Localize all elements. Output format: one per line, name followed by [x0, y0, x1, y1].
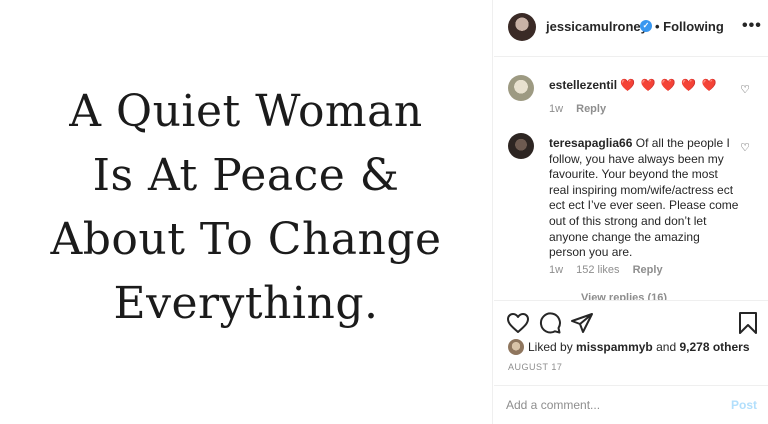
liked-by-and: and [656, 340, 677, 354]
comment-input[interactable] [506, 394, 706, 416]
reply-button[interactable]: Reply [633, 264, 663, 276]
comment-like-heart-icon[interactable]: ♡ [740, 83, 750, 96]
bookmark-icon[interactable] [736, 311, 760, 335]
add-comment-bar: Post [494, 385, 768, 424]
post-image-quote: A Quiet Woman Is At Peace & About To Cha… [50, 80, 441, 336]
quote-line: About To Change [50, 214, 442, 265]
comment-meta: 1w 152 likes Reply [549, 264, 673, 276]
view-replies-button[interactable]: View replies (16) [581, 292, 667, 300]
following-status[interactable]: • Following [655, 19, 724, 34]
likes-text: Liked by misspammyb and 9,278 others [528, 338, 750, 356]
quote-line: A Quiet Woman [69, 86, 423, 137]
author-username[interactable]: jessicamulroney [546, 19, 648, 34]
comment-body: Of all the people I follow, you have alw… [549, 136, 739, 260]
liker-avatar[interactable] [508, 339, 524, 355]
post-image: A Quiet Woman Is At Peace & About To Cha… [0, 0, 493, 424]
comment-body: ❤️ ❤️ ❤️ ❤️ ❤️ [620, 78, 718, 92]
verified-badge-icon: ✓ [640, 20, 652, 32]
liker-username[interactable]: misspammyb [576, 340, 653, 354]
comment-username[interactable]: estellezentil [549, 78, 617, 92]
quote-line: Is At Peace & [92, 150, 400, 201]
comment-likes[interactable]: 152 likes [576, 264, 619, 276]
comment-meta: 1w Reply [549, 103, 616, 115]
post-side-panel: jessicamulroney ✓ • Following ••• estell… [494, 0, 768, 424]
comment-icon[interactable] [538, 311, 562, 335]
comment-age: 1w [549, 264, 564, 276]
likes-others-count[interactable]: 9,278 others [679, 340, 749, 354]
comment-age: 1w [549, 103, 564, 115]
commenter-avatar[interactable] [508, 133, 534, 159]
comments-list[interactable]: estellezentil ❤️ ❤️ ❤️ ❤️ ❤️ ♡ 1w Reply … [494, 58, 768, 301]
more-options-icon[interactable]: ••• [742, 17, 762, 35]
post-header: jessicamulroney ✓ • Following ••• [494, 0, 768, 57]
heart-icon[interactable] [506, 311, 530, 335]
post-actions [494, 302, 768, 342]
author-avatar[interactable] [508, 13, 536, 41]
post-date[interactable]: AUGUST 17 [508, 362, 562, 372]
comment-like-heart-icon[interactable]: ♡ [740, 141, 750, 154]
quote-line: Everything. [113, 278, 379, 329]
share-icon[interactable] [570, 311, 594, 335]
comment-text: teresapaglia66 Of all the people I follo… [549, 136, 739, 261]
commenter-avatar[interactable] [508, 75, 534, 101]
comment-username[interactable]: teresapaglia66 [549, 136, 632, 150]
comment-text: estellezentil ❤️ ❤️ ❤️ ❤️ ❤️ [549, 78, 739, 94]
reply-button[interactable]: Reply [576, 103, 606, 115]
liked-by-label: Liked by [528, 340, 573, 354]
post-comment-button[interactable]: Post [731, 398, 757, 412]
